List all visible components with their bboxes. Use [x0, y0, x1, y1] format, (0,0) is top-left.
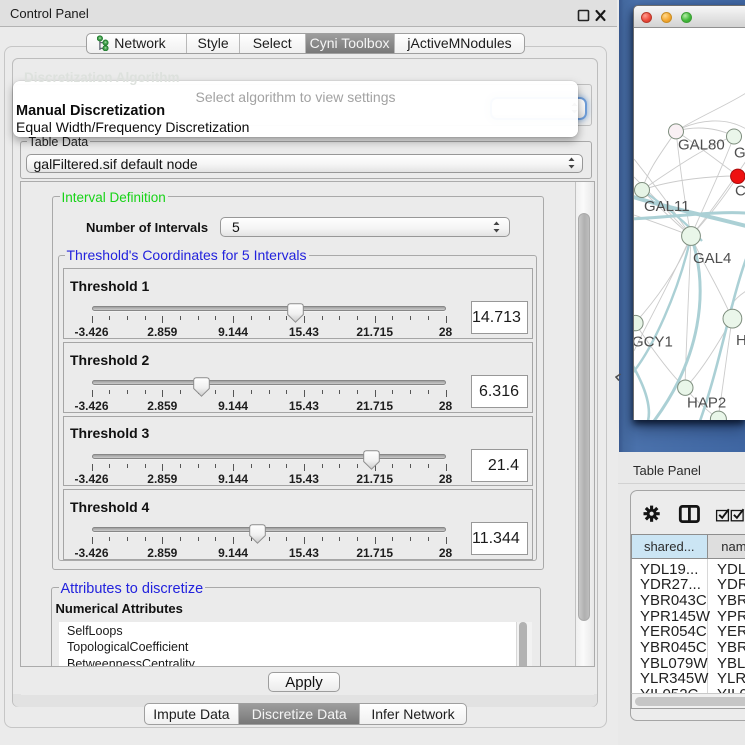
svg-text:GCY1: GCY1: [634, 333, 673, 350]
svg-text:GAL4: GAL4: [693, 249, 731, 266]
svg-text:GAL11: GAL11: [644, 198, 690, 215]
svg-text:CDC3: CDC3: [735, 182, 745, 199]
svg-text:HIS7: HIS7: [736, 331, 745, 348]
svg-text:GAL7: GAL7: [734, 144, 745, 161]
svg-text:GAL80: GAL80: [678, 136, 725, 153]
svg-text:HAP2: HAP2: [687, 394, 726, 411]
